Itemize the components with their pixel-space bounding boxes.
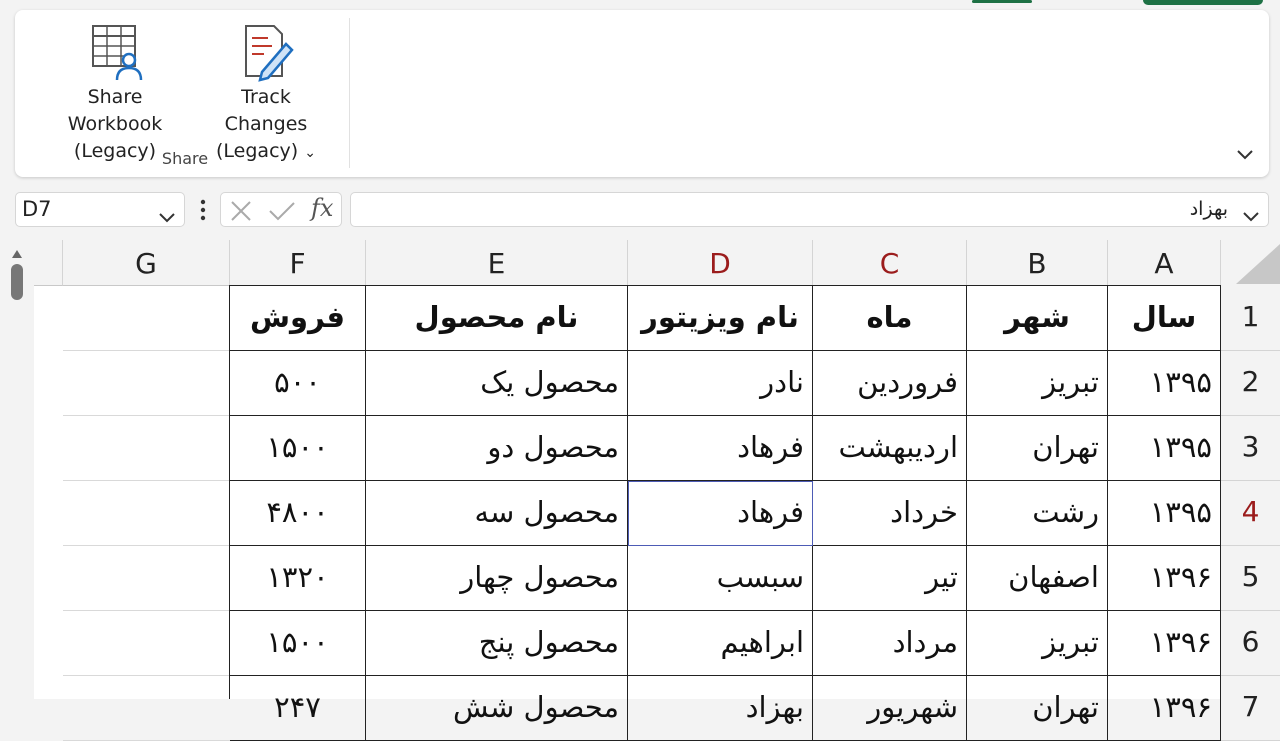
cell-e2[interactable]: محصول یک (366, 351, 628, 416)
column-header-b[interactable]: B (967, 240, 1108, 286)
cell-d6[interactable]: ابراهیم (628, 611, 813, 676)
cell-f6[interactable]: ۱۵۰۰ (230, 611, 366, 676)
cell-f5[interactable]: ۱۳۲۰ (230, 546, 366, 611)
cell-a6[interactable]: ۱۳۹۶ (1108, 611, 1221, 676)
cell-a3[interactable]: ۱۳۹۵ (1108, 416, 1221, 481)
name-box[interactable]: D7 (15, 192, 185, 227)
formula-input[interactable]: بهزاد (350, 192, 1269, 227)
formula-content: بهزاد (1189, 198, 1228, 220)
cell-d2[interactable]: نادر (628, 351, 813, 416)
cell-e6[interactable]: محصول پنج (366, 611, 628, 676)
cell-a2[interactable]: ۱۳۹۵ (1108, 351, 1221, 416)
column-header-e[interactable]: E (366, 240, 628, 286)
share-workbook-legacy-button[interactable]: Share Workbook (Legacy) (39, 20, 191, 165)
select-all-corner[interactable] (1221, 240, 1280, 287)
cell-e7[interactable]: محصول شش (366, 676, 628, 741)
cell-g6[interactable] (63, 611, 230, 676)
cell-g4[interactable] (63, 481, 230, 546)
active-tab-indicator (972, 0, 1032, 3)
row-header-3[interactable]: 3 (1221, 416, 1280, 481)
cell-e4[interactable]: محصول سه (366, 481, 628, 546)
column-header-f[interactable]: F (230, 240, 366, 286)
track-changes-icon (238, 20, 294, 82)
cell-g2[interactable] (63, 351, 230, 416)
share-workbook-label-1: Share Workbook (67, 86, 163, 135)
name-box-value: D7 (22, 197, 52, 221)
cell-c6[interactable]: مرداد (813, 611, 967, 676)
cell-f7[interactable]: ۲۴۷ (230, 676, 366, 741)
cell-e3[interactable]: محصول دو (366, 416, 628, 481)
ribbon-panel: Share Workbook (Legacy) Track Changes (L… (15, 10, 1269, 177)
column-header-d[interactable]: D (628, 240, 813, 286)
cell-c2[interactable]: فروردین (813, 351, 967, 416)
ribbon-expand-chevron-icon[interactable] (1235, 144, 1255, 164)
insert-function-icon[interactable]: fx (311, 194, 333, 222)
enter-check-icon[interactable] (268, 199, 296, 227)
cell-e5[interactable]: محصول چهار (366, 546, 628, 611)
cell-f4[interactable]: ۴۸۰۰ (230, 481, 366, 546)
cell-a7[interactable]: ۱۳۹۶ (1108, 676, 1221, 741)
cell-d4[interactable]: فرهاد (628, 481, 813, 546)
row-header-5[interactable]: 5 (1221, 546, 1280, 611)
scroll-up-arrow-icon[interactable] (11, 244, 23, 263)
cell-b1[interactable]: شهر (967, 286, 1108, 351)
cell-c3[interactable]: اردیبهشت (813, 416, 967, 481)
row-header-2[interactable]: 2 (1221, 351, 1280, 416)
cell-c4[interactable]: خرداد (813, 481, 967, 546)
table-left-border (229, 286, 230, 699)
column-header-c[interactable]: C (813, 240, 967, 286)
cell-d1[interactable]: نام ویزیتور (628, 286, 813, 351)
cell-a1[interactable]: سال (1108, 286, 1221, 351)
cell-b5[interactable]: اصفهان (967, 546, 1108, 611)
cell-b2[interactable]: تبریز (967, 351, 1108, 416)
formula-controls: fx (220, 192, 342, 227)
cell-g3[interactable] (63, 416, 230, 481)
cell-g5[interactable] (63, 546, 230, 611)
cell-f3[interactable]: ۱۵۰۰ (230, 416, 366, 481)
cell-d5[interactable]: سبسب (628, 546, 813, 611)
column-header-empty (34, 240, 63, 286)
formula-expand-icon[interactable] (1242, 202, 1260, 235)
cell-c5[interactable]: تیر (813, 546, 967, 611)
cell-b6[interactable]: تبریز (967, 611, 1108, 676)
share-button-edge[interactable] (1143, 0, 1263, 5)
vertical-scrollbar[interactable] (0, 240, 34, 699)
track-changes-label-1: Track Changes (224, 86, 308, 135)
share-workbook-icon (87, 20, 143, 82)
cell-b3[interactable]: تهران (967, 416, 1108, 481)
track-changes-legacy-button[interactable]: Track Changes (Legacy) ⌄ (201, 20, 331, 167)
cell-f2[interactable]: ۵۰۰ (230, 351, 366, 416)
table-top-border (229, 285, 1221, 286)
group-separator (349, 18, 350, 168)
cell-f1[interactable]: فروش (230, 286, 366, 351)
cell-c7[interactable]: شهریور (813, 676, 967, 741)
cell-c1[interactable]: ماه (813, 286, 967, 351)
row-header-7[interactable]: 7 (1221, 676, 1280, 741)
cancel-x-icon[interactable] (229, 199, 253, 227)
cell-g1[interactable] (63, 286, 230, 351)
row-header-1[interactable]: 1 (1221, 286, 1280, 351)
row-header-6[interactable]: 6 (1221, 611, 1280, 676)
cell-b7[interactable]: تهران (967, 676, 1108, 741)
cell-d7[interactable]: بهزاد (628, 676, 813, 741)
ribbon-tab-strip (0, 0, 1280, 8)
name-box-dropdown-icon[interactable] (158, 202, 176, 235)
column-header-g[interactable]: G (63, 240, 230, 286)
group-label-share: Share (161, 149, 209, 168)
cell-e1[interactable]: نام محصول (366, 286, 628, 351)
column-header-a[interactable]: A (1108, 240, 1221, 286)
cell-a5[interactable]: ۱۳۹۶ (1108, 546, 1221, 611)
cell-d3[interactable]: فرهاد (628, 416, 813, 481)
more-options-icon[interactable] (196, 196, 210, 224)
cell-b4[interactable]: رشت (967, 481, 1108, 546)
cell-g7[interactable] (63, 676, 230, 741)
scrollbar-thumb[interactable] (11, 264, 23, 300)
row-header-4[interactable]: 4 (1221, 481, 1280, 546)
cell-a4[interactable]: ۱۳۹۵ (1108, 481, 1221, 546)
